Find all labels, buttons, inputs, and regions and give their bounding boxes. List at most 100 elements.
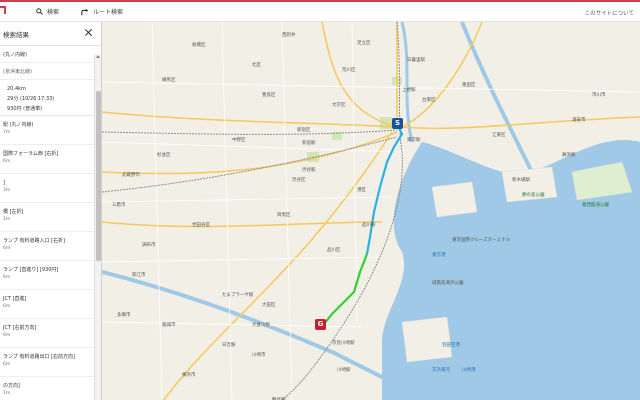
map-place-label: 文京区 — [332, 103, 346, 108]
route-step[interactable]: の方向] 1m — [0, 377, 101, 400]
map-place-label: 東京国際クルーズターミナル — [452, 238, 511, 243]
map-place-label: 新宿駅 — [302, 141, 316, 146]
map-place-label: 川崎港 — [462, 368, 476, 373]
about-link[interactable]: このサイトについて — [585, 9, 634, 17]
results-header: 検索結果 — [0, 22, 101, 46]
haneda-land — [401, 316, 453, 363]
route-step-distance: 6m — [3, 246, 11, 251]
route-time: 29分 (10/26 17:33) — [7, 96, 55, 102]
map-place-label: 豊島区 — [262, 93, 276, 98]
goal-marker[interactable]: G — [315, 319, 326, 330]
map-place-label: 練馬区 — [162, 78, 176, 83]
map-place-label: 京浜運河 — [432, 368, 450, 373]
route-summary[interactable]: 20.4km 29分 (10/26 17:33) 930円 (普通車) — [0, 80, 101, 116]
route-step-name: ] — [3, 180, 5, 186]
map-place-label: たまプラーザ駅 — [222, 293, 254, 298]
route-step[interactable]: ] 3m — [0, 174, 101, 203]
route-general-end — [323, 253, 369, 325]
route-step[interactable]: ランプ 有料道路入口 [右折] 6m — [0, 232, 101, 261]
map-place-label: 京急川崎駅 — [332, 341, 355, 346]
route-step-distance: 6m — [3, 333, 11, 338]
map-place-label: 港区 — [357, 188, 366, 193]
search-icon — [36, 8, 43, 15]
scrollbar-thumb[interactable] — [96, 91, 101, 261]
route-step[interactable]: 国際フォーラム西 [右折] 6m — [0, 145, 101, 174]
route-step-distance: 1m — [3, 391, 11, 396]
top-bar: 検索 ルート検索 このサイトについて — [0, 0, 640, 22]
route-step-name: ランプ [直進り] [930円] — [3, 267, 59, 273]
goal-point[interactable]: (京浜東北線) — [0, 63, 101, 80]
map-base — [102, 22, 640, 400]
map-place-label: 東京港 — [432, 253, 446, 258]
map-place-label: 東京駅 — [407, 138, 421, 143]
map-place-label: 横浜市 — [182, 373, 196, 378]
map-place-label: 多摩市 — [117, 313, 131, 318]
map-place-label: 新宿区 — [297, 128, 311, 133]
search-tab[interactable]: 検索 — [36, 7, 59, 16]
site-logo[interactable] — [0, 3, 36, 21]
route-steps-list: 駅 (丸ノ内線) 7m 国際フォーラム西 [右折] 6m] 3m 橋 [左折] 1m ランプ … — [0, 116, 101, 400]
map-place-label: 荒川区 — [342, 68, 356, 73]
scroll-up-arrow-icon[interactable] — [96, 55, 100, 58]
map-place-label: 北区 — [252, 63, 261, 68]
map-canvas[interactable]: 西新井 足立区 北区 荒川区 日暮里駅 上野駅 文京区 台東区 墨田区 江東区 豊島区 練馬区 板橋区新… — [102, 22, 640, 400]
route-step-distance: 3m — [3, 188, 11, 193]
search-results-panel: 検索結果 (丸ノ内線) (京浜東北線) 20.4km 29分 (10/26 17… — [0, 22, 102, 400]
rail-lines — [102, 22, 403, 400]
map-place-label: 調布市 — [142, 243, 156, 248]
route-step[interactable]: 駅 (丸ノ内線) 7m — [0, 116, 101, 145]
map-place-label: 大倉山駅 — [252, 323, 270, 328]
route-step-name: 橋 [左折] — [3, 209, 24, 215]
start-marker[interactable]: S — [392, 118, 403, 129]
search-label: 検索 — [47, 9, 60, 16]
map-place-label: 武蔵野市 — [122, 173, 140, 178]
close-icon[interactable] — [84, 28, 93, 37]
map-place-label: 台東区 — [422, 98, 436, 103]
map-place-label: 稲城市 — [162, 323, 176, 328]
map-place-label: 渋谷区 — [292, 178, 306, 183]
route-step-distance: 6m — [3, 275, 11, 280]
map-place-label: 葛西臨海公園 — [582, 203, 609, 208]
route-search-label: ルート検索 — [93, 9, 124, 16]
route-step-distance: 6m — [3, 304, 11, 309]
map-place-label: 上野駅 — [402, 88, 416, 93]
route-step-distance: 6m — [3, 159, 11, 164]
map-place-label: 城南島海浜公園 — [432, 281, 464, 286]
map-place-label: 中野区 — [232, 138, 246, 143]
route-step[interactable]: ランプ 有料道路出口 [右前方向] 6m — [0, 348, 101, 377]
map-place-label: 板橋区 — [192, 43, 206, 48]
map-place-label: 目黒区 — [277, 213, 291, 218]
map-place-label: 西新井 — [282, 33, 296, 38]
start-point[interactable]: (丸ノ内線) — [0, 46, 101, 63]
route-step[interactable]: 橋 [左折] 1m — [0, 203, 101, 232]
map-place-label: 品川駅 — [362, 223, 376, 228]
map-place-label: 新木場駅 — [512, 178, 530, 183]
route-step-name: 国際フォーラム西 [右折] — [3, 151, 59, 157]
odaiba-land — [431, 181, 478, 218]
route-icon — [81, 8, 89, 15]
map-place-label: 大田区 — [262, 303, 276, 308]
map-place-label: 夢の島公園 — [522, 193, 545, 198]
map-place-label: 世田谷区 — [192, 223, 210, 228]
sidebar-scrollbar[interactable] — [94, 55, 101, 400]
map-place-label: 三鷹市 — [112, 203, 126, 208]
map-place-label: 日吉駅 — [222, 343, 236, 348]
route-step[interactable]: ランプ [直進り] [930円] 6m — [0, 261, 101, 290]
route-distance: 20.4km — [7, 86, 26, 92]
route-search-tab[interactable]: ルート検索 — [81, 7, 123, 16]
route-step-name: ランプ 有料道路出口 [右前方向] — [3, 354, 75, 360]
map-place-label: 川崎駅 — [337, 368, 351, 373]
app-window: 検索 ルート検索 このサイトについて 検索結果 (丸ノ内線) (京浜東北線) 2… — [0, 0, 640, 400]
route-step-name: ランプ 有料道路入口 [右折] — [3, 238, 65, 244]
map-place-label: 品川区 — [327, 248, 341, 253]
map-place-label: 足立区 — [357, 41, 371, 46]
map-place-label: 羽田空港 — [442, 343, 460, 348]
map-place-label: 浦安市 — [572, 118, 586, 123]
route-step[interactable]: JCT [右前方向] 6m — [0, 319, 101, 348]
route-step[interactable]: JCT [直進] 6m — [0, 290, 101, 319]
route-step-name: 駅 (丸ノ内線) — [3, 122, 34, 128]
map-place-label: 市川市 — [592, 93, 606, 98]
map-place-label: 杉並区 — [157, 153, 171, 158]
route-step-name: JCT [右前方向] — [3, 325, 37, 331]
map-place-label: 舞浜駅 — [562, 153, 576, 158]
